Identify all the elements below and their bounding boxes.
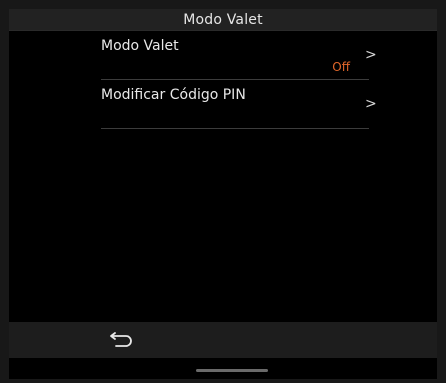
list-item-label: Modificar Código PIN: [101, 87, 246, 103]
screen: Modo Valet Modo Valet Off > Modificar Có…: [9, 9, 437, 379]
status-value: Off: [332, 60, 350, 74]
bottom-bar: [9, 322, 437, 358]
chevron-right-icon: >: [365, 47, 377, 63]
back-button[interactable]: [106, 330, 138, 352]
divider: [101, 128, 369, 129]
settings-list: Modo Valet Off > Modificar Código PIN >: [9, 31, 437, 129]
device-frame: Modo Valet Modo Valet Off > Modificar Có…: [0, 0, 446, 383]
list-item-label: Modo Valet: [101, 38, 179, 54]
title-bar: Modo Valet: [9, 9, 437, 31]
back-arrow-icon: [110, 332, 132, 347]
list-item-valet-mode[interactable]: Modo Valet Off >: [9, 31, 437, 80]
home-indicator[interactable]: [196, 369, 268, 372]
home-indicator-area: [9, 358, 437, 379]
chevron-right-icon: >: [365, 96, 377, 112]
list-item-change-pin[interactable]: Modificar Código PIN >: [9, 80, 437, 129]
page-title: Modo Valet: [183, 11, 263, 28]
